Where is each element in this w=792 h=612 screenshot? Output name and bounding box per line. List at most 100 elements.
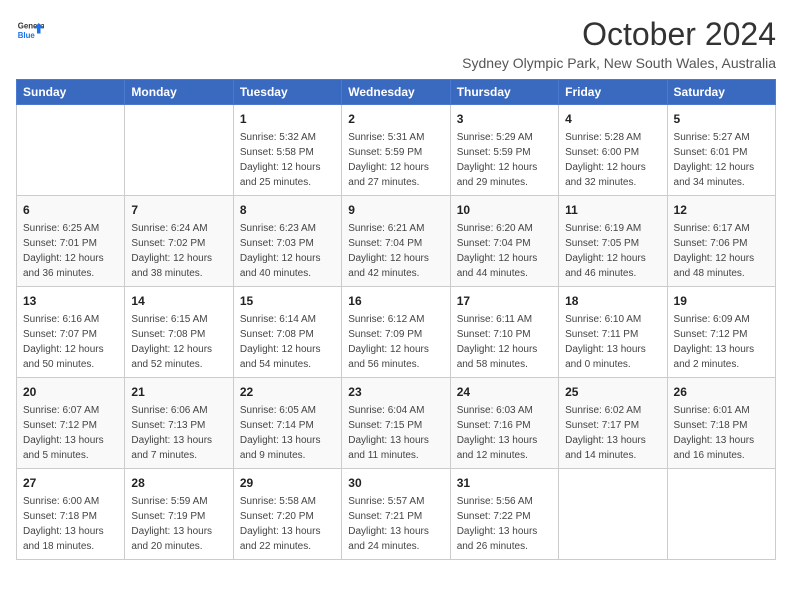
day-details: Sunrise: 6:00 AM Sunset: 7:18 PM Dayligh… bbox=[23, 494, 118, 554]
day-cell: 7 Sunrise: 6:24 AM Sunset: 7:02 PM Daylig… bbox=[125, 196, 233, 287]
week-row-3: 13 Sunrise: 6:16 AM Sunset: 7:07 PM Dayli… bbox=[17, 287, 776, 378]
day-cell: 18Sunrise: 6:10 AM Sunset: 7:11 PM Dayli… bbox=[559, 287, 667, 378]
day-details: Sunrise: 6:07 AM Sunset: 7:12 PM Dayligh… bbox=[23, 403, 118, 463]
day-details: Sunrise: 5:27 AM Sunset: 6:01 PM Dayligh… bbox=[674, 130, 769, 190]
day-number: 12 bbox=[674, 201, 769, 219]
day-number: 29 bbox=[240, 474, 335, 492]
day-details: Sunrise: 6:23 AM Sunset: 7:03 PM Dayligh… bbox=[240, 221, 335, 281]
day-details: Sunrise: 5:29 AM Sunset: 5:59 PM Dayligh… bbox=[457, 130, 552, 190]
day-number: 1 bbox=[240, 110, 335, 128]
day-cell bbox=[125, 105, 233, 196]
day-cell: 2Sunrise: 5:31 AM Sunset: 5:59 PM Daylig… bbox=[342, 105, 450, 196]
day-cell: 21 Sunrise: 6:06 AM Sunset: 7:13 PM Dayli… bbox=[125, 378, 233, 469]
day-details: Sunrise: 6:03 AM Sunset: 7:16 PM Dayligh… bbox=[457, 403, 552, 463]
week-row-4: 20Sunrise: 6:07 AM Sunset: 7:12 PM Dayli… bbox=[17, 378, 776, 469]
day-cell bbox=[559, 469, 667, 560]
day-number: 11 bbox=[565, 201, 660, 219]
day-details: Sunrise: 6:21 AM Sunset: 7:04 PM Dayligh… bbox=[348, 221, 443, 281]
logo-icon: General Blue bbox=[16, 16, 44, 44]
day-cell: 28Sunrise: 5:59 AM Sunset: 7:19 PM Dayli… bbox=[125, 469, 233, 560]
header-cell-sunday: Sunday bbox=[17, 80, 125, 105]
day-details: Sunrise: 6:14 AM Sunset: 7:08 PM Dayligh… bbox=[240, 312, 335, 372]
day-number: 25 bbox=[565, 383, 660, 401]
header-cell-friday: Friday bbox=[559, 80, 667, 105]
day-number: 3 bbox=[457, 110, 552, 128]
day-cell: 23 Sunrise: 6:04 AM Sunset: 7:15 PM Dayli… bbox=[342, 378, 450, 469]
calendar-table: SundayMondayTuesdayWednesdayThursdayFrid… bbox=[16, 79, 776, 560]
day-number: 21 bbox=[131, 383, 226, 401]
day-number: 31 bbox=[457, 474, 552, 492]
day-number: 26 bbox=[674, 383, 769, 401]
day-cell: 9 Sunrise: 6:21 AM Sunset: 7:04 PM Daylig… bbox=[342, 196, 450, 287]
day-cell: 24 Sunrise: 6:03 AM Sunset: 7:16 PM Dayli… bbox=[450, 378, 558, 469]
day-cell: 25 Sunrise: 6:02 AM Sunset: 7:17 PM Dayli… bbox=[559, 378, 667, 469]
header-cell-thursday: Thursday bbox=[450, 80, 558, 105]
day-details: Sunrise: 6:01 AM Sunset: 7:18 PM Dayligh… bbox=[674, 403, 769, 463]
title-area: October 2024 Sydney Olympic Park, New So… bbox=[462, 16, 776, 71]
day-details: Sunrise: 5:28 AM Sunset: 6:00 PM Dayligh… bbox=[565, 130, 660, 190]
logo: General Blue bbox=[16, 16, 44, 44]
day-number: 9 bbox=[348, 201, 443, 219]
main-title: October 2024 bbox=[462, 16, 776, 53]
day-details: Sunrise: 6:25 AM Sunset: 7:01 PM Dayligh… bbox=[23, 221, 118, 281]
svg-text:Blue: Blue bbox=[18, 31, 36, 40]
day-details: Sunrise: 5:32 AM Sunset: 5:58 PM Dayligh… bbox=[240, 130, 335, 190]
day-cell: 26 Sunrise: 6:01 AM Sunset: 7:18 PM Dayli… bbox=[667, 378, 775, 469]
header: General Blue October 2024 Sydney Olympic… bbox=[16, 16, 776, 71]
day-details: Sunrise: 5:56 AM Sunset: 7:22 PM Dayligh… bbox=[457, 494, 552, 554]
day-cell: 6Sunrise: 6:25 AM Sunset: 7:01 PM Daylig… bbox=[17, 196, 125, 287]
day-cell: 14 Sunrise: 6:15 AM Sunset: 7:08 PM Dayli… bbox=[125, 287, 233, 378]
day-details: Sunrise: 5:58 AM Sunset: 7:20 PM Dayligh… bbox=[240, 494, 335, 554]
day-number: 16 bbox=[348, 292, 443, 310]
day-details: Sunrise: 6:11 AM Sunset: 7:10 PM Dayligh… bbox=[457, 312, 552, 372]
day-cell: 22Sunrise: 6:05 AM Sunset: 7:14 PM Dayli… bbox=[233, 378, 341, 469]
day-number: 14 bbox=[131, 292, 226, 310]
day-number: 18 bbox=[565, 292, 660, 310]
header-cell-saturday: Saturday bbox=[667, 80, 775, 105]
day-details: Sunrise: 6:15 AM Sunset: 7:08 PM Dayligh… bbox=[131, 312, 226, 372]
day-details: Sunrise: 5:57 AM Sunset: 7:21 PM Dayligh… bbox=[348, 494, 443, 554]
day-number: 5 bbox=[674, 110, 769, 128]
day-details: Sunrise: 6:06 AM Sunset: 7:13 PM Dayligh… bbox=[131, 403, 226, 463]
day-cell: 11Sunrise: 6:19 AM Sunset: 7:05 PM Dayli… bbox=[559, 196, 667, 287]
day-cell: 12 Sunrise: 6:17 AM Sunset: 7:06 PM Dayli… bbox=[667, 196, 775, 287]
day-details: Sunrise: 6:05 AM Sunset: 7:14 PM Dayligh… bbox=[240, 403, 335, 463]
day-cell: 27 Sunrise: 6:00 AM Sunset: 7:18 PM Dayli… bbox=[17, 469, 125, 560]
day-details: Sunrise: 6:16 AM Sunset: 7:07 PM Dayligh… bbox=[23, 312, 118, 372]
day-number: 10 bbox=[457, 201, 552, 219]
day-cell: 10Sunrise: 6:20 AM Sunset: 7:04 PM Dayli… bbox=[450, 196, 558, 287]
day-cell: 19Sunrise: 6:09 AM Sunset: 7:12 PM Dayli… bbox=[667, 287, 775, 378]
header-cell-tuesday: Tuesday bbox=[233, 80, 341, 105]
day-details: Sunrise: 6:02 AM Sunset: 7:17 PM Dayligh… bbox=[565, 403, 660, 463]
day-number: 28 bbox=[131, 474, 226, 492]
day-details: Sunrise: 6:17 AM Sunset: 7:06 PM Dayligh… bbox=[674, 221, 769, 281]
day-cell bbox=[667, 469, 775, 560]
day-details: Sunrise: 6:09 AM Sunset: 7:12 PM Dayligh… bbox=[674, 312, 769, 372]
day-details: Sunrise: 6:24 AM Sunset: 7:02 PM Dayligh… bbox=[131, 221, 226, 281]
day-cell: 4 Sunrise: 5:28 AM Sunset: 6:00 PM Daylig… bbox=[559, 105, 667, 196]
day-cell bbox=[17, 105, 125, 196]
day-number: 7 bbox=[131, 201, 226, 219]
day-number: 23 bbox=[348, 383, 443, 401]
header-cell-wednesday: Wednesday bbox=[342, 80, 450, 105]
week-row-5: 27 Sunrise: 6:00 AM Sunset: 7:18 PM Dayli… bbox=[17, 469, 776, 560]
day-number: 13 bbox=[23, 292, 118, 310]
day-cell: 31 Sunrise: 5:56 AM Sunset: 7:22 PM Dayli… bbox=[450, 469, 558, 560]
day-cell: 29 Sunrise: 5:58 AM Sunset: 7:20 PM Dayli… bbox=[233, 469, 341, 560]
days-header-row: SundayMondayTuesdayWednesdayThursdayFrid… bbox=[17, 80, 776, 105]
day-number: 17 bbox=[457, 292, 552, 310]
day-cell: 8Sunrise: 6:23 AM Sunset: 7:03 PM Daylig… bbox=[233, 196, 341, 287]
day-number: 24 bbox=[457, 383, 552, 401]
day-cell: 15Sunrise: 6:14 AM Sunset: 7:08 PM Dayli… bbox=[233, 287, 341, 378]
day-number: 27 bbox=[23, 474, 118, 492]
day-cell: 20Sunrise: 6:07 AM Sunset: 7:12 PM Dayli… bbox=[17, 378, 125, 469]
day-number: 2 bbox=[348, 110, 443, 128]
week-row-2: 6Sunrise: 6:25 AM Sunset: 7:01 PM Daylig… bbox=[17, 196, 776, 287]
day-cell: 13 Sunrise: 6:16 AM Sunset: 7:07 PM Dayli… bbox=[17, 287, 125, 378]
header-cell-monday: Monday bbox=[125, 80, 233, 105]
day-number: 4 bbox=[565, 110, 660, 128]
day-cell: 30 Sunrise: 5:57 AM Sunset: 7:21 PM Dayli… bbox=[342, 469, 450, 560]
day-number: 30 bbox=[348, 474, 443, 492]
day-details: Sunrise: 6:04 AM Sunset: 7:15 PM Dayligh… bbox=[348, 403, 443, 463]
day-cell: 1 Sunrise: 5:32 AM Sunset: 5:58 PM Daylig… bbox=[233, 105, 341, 196]
